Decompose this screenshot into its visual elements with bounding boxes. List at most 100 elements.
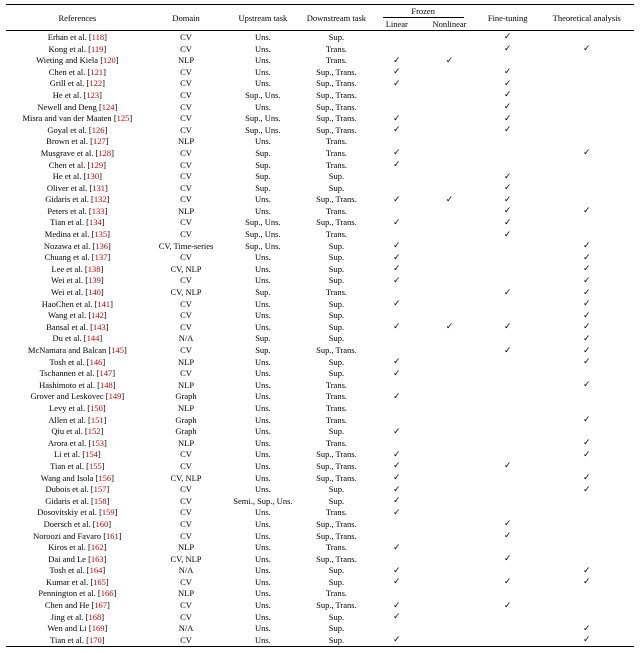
ref-number[interactable]: 165 xyxy=(93,577,106,587)
cell-finetuning xyxy=(476,367,540,379)
cell-upstream: Sup. xyxy=(223,333,302,345)
ref-number[interactable]: 137 xyxy=(95,252,108,262)
table-row: Allen et al. [151]GraphUns.Trans.✓ xyxy=(6,414,634,426)
ref-number[interactable]: 168 xyxy=(88,612,101,622)
cell-upstream: Uns. xyxy=(223,565,302,577)
cell-theoretical xyxy=(540,217,634,229)
cell-downstream: Sup. xyxy=(302,321,370,333)
ref-number[interactable]: 159 xyxy=(102,507,115,517)
cell-reference: Arora et al. [153] xyxy=(6,437,149,449)
cell-frozen-linear xyxy=(370,31,423,43)
table-row: Musgrave et al. [128]CVSup.Trans.✓✓ xyxy=(6,147,634,159)
ref-number[interactable]: 151 xyxy=(91,415,104,425)
table-row: Dosovitskiy et al. [159]CVUns.Trans.✓ xyxy=(6,507,634,519)
cell-upstream: Uns. xyxy=(223,367,302,379)
cell-theoretical xyxy=(540,78,634,90)
ref-number[interactable]: 163 xyxy=(91,554,104,564)
ref-number[interactable]: 169 xyxy=(92,623,105,633)
ref-number[interactable]: 120 xyxy=(103,55,116,65)
ref-number[interactable]: 154 xyxy=(85,449,98,459)
cell-theoretical xyxy=(540,611,634,623)
ref-number[interactable]: 144 xyxy=(87,333,100,343)
cell-frozen-linear: ✓ xyxy=(370,298,423,310)
table-row: Chen et al. [121]CVUns.Sup., Trans.✓✓ xyxy=(6,66,634,78)
table-row: Kong et al. [119]CVUns.Trans.✓✓ xyxy=(6,43,634,55)
ref-number[interactable]: 135 xyxy=(94,229,107,239)
ref-number[interactable]: 143 xyxy=(93,322,106,332)
ref-number[interactable]: 170 xyxy=(89,635,102,645)
cell-finetuning xyxy=(476,159,540,171)
cell-upstream: Uns. xyxy=(223,263,302,275)
cell-reference: Kiros et al. [162] xyxy=(6,541,149,553)
cell-finetuning xyxy=(476,333,540,345)
cell-downstream: Sup., Trans. xyxy=(302,553,370,565)
ref-number[interactable]: 162 xyxy=(91,542,104,552)
col-domain: Domain xyxy=(149,5,224,31)
ref-number[interactable]: 127 xyxy=(93,136,106,146)
cell-frozen-linear xyxy=(370,101,423,113)
ref-number[interactable]: 152 xyxy=(88,426,101,436)
cell-finetuning: ✓ xyxy=(476,576,540,588)
table-row: Dubois et al. [157]CVUns.Sup.✓✓ xyxy=(6,483,634,495)
ref-number[interactable]: 138 xyxy=(88,264,101,274)
ref-number[interactable]: 119 xyxy=(91,44,103,54)
col-references: References xyxy=(6,5,149,31)
cell-finetuning xyxy=(476,634,540,646)
ref-number[interactable]: 126 xyxy=(92,125,105,135)
ref-number[interactable]: 157 xyxy=(94,484,107,494)
ref-number[interactable]: 129 xyxy=(90,160,103,170)
ref-number[interactable]: 122 xyxy=(89,78,102,88)
cell-domain: CV xyxy=(149,89,224,101)
ref-number[interactable]: 121 xyxy=(90,67,103,77)
ref-number[interactable]: 123 xyxy=(86,90,99,100)
ref-number[interactable]: 141 xyxy=(97,299,110,309)
ref-number[interactable]: 118 xyxy=(92,32,104,42)
cell-downstream: Sup. xyxy=(302,611,370,623)
ref-number[interactable]: 132 xyxy=(94,194,107,204)
cell-upstream: Sup., Uns. xyxy=(223,240,302,252)
ref-number[interactable]: 158 xyxy=(94,496,107,506)
ref-number[interactable]: 128 xyxy=(98,148,111,158)
cell-downstream: Sup., Trans. xyxy=(302,599,370,611)
cell-domain: CV xyxy=(149,251,224,263)
cell-frozen-nonlinear xyxy=(423,541,476,553)
cell-frozen-nonlinear xyxy=(423,425,476,437)
cell-frozen-nonlinear xyxy=(423,634,476,646)
ref-number[interactable]: 124 xyxy=(102,102,115,112)
ref-number[interactable]: 146 xyxy=(90,357,103,367)
ref-number[interactable]: 131 xyxy=(92,183,105,193)
ref-number[interactable]: 133 xyxy=(92,206,105,216)
cell-frozen-linear: ✓ xyxy=(370,483,423,495)
ref-number[interactable]: 153 xyxy=(91,438,104,448)
ref-number[interactable]: 156 xyxy=(98,473,111,483)
ref-number[interactable]: 139 xyxy=(88,275,101,285)
ref-author: Noroozi and Favaro xyxy=(33,531,101,541)
cell-domain: NLP xyxy=(149,205,224,217)
cell-reference: Brown et al. [127] xyxy=(6,136,149,148)
cell-upstream: Semi., Sup., Uns. xyxy=(223,495,302,507)
ref-number[interactable]: 164 xyxy=(90,565,103,575)
ref-number[interactable]: 125 xyxy=(117,113,130,123)
ref-number[interactable]: 167 xyxy=(94,600,107,610)
ref-number[interactable]: 149 xyxy=(109,391,122,401)
ref-number[interactable]: 148 xyxy=(100,380,113,390)
cell-theoretical: ✓ xyxy=(540,321,634,333)
ref-number[interactable]: 150 xyxy=(90,403,103,413)
cell-finetuning xyxy=(476,472,540,484)
ref-number[interactable]: 160 xyxy=(96,519,109,529)
ref-number[interactable]: 147 xyxy=(99,368,112,378)
ref-number[interactable]: 140 xyxy=(88,287,101,297)
ref-number[interactable]: 142 xyxy=(91,310,104,320)
table-row: Gidaris et al. [132]CVUns.Sup., Trans.✓✓… xyxy=(6,194,634,206)
ref-number[interactable]: 130 xyxy=(86,171,99,181)
ref-number[interactable]: 145 xyxy=(111,345,124,355)
table-row: Oliver et al. [131]CVSup.Sup.✓ xyxy=(6,182,634,194)
ref-number[interactable]: 166 xyxy=(101,588,114,598)
ref-number[interactable]: 136 xyxy=(95,241,108,251)
cell-theoretical xyxy=(540,31,634,43)
ref-number[interactable]: 134 xyxy=(89,217,102,227)
ref-number[interactable]: 161 xyxy=(106,531,119,541)
table-row: Hashimoto et al. [148]NLPUns.Trans.✓ xyxy=(6,379,634,391)
ref-number[interactable]: 155 xyxy=(89,461,102,471)
cell-finetuning xyxy=(476,309,540,321)
